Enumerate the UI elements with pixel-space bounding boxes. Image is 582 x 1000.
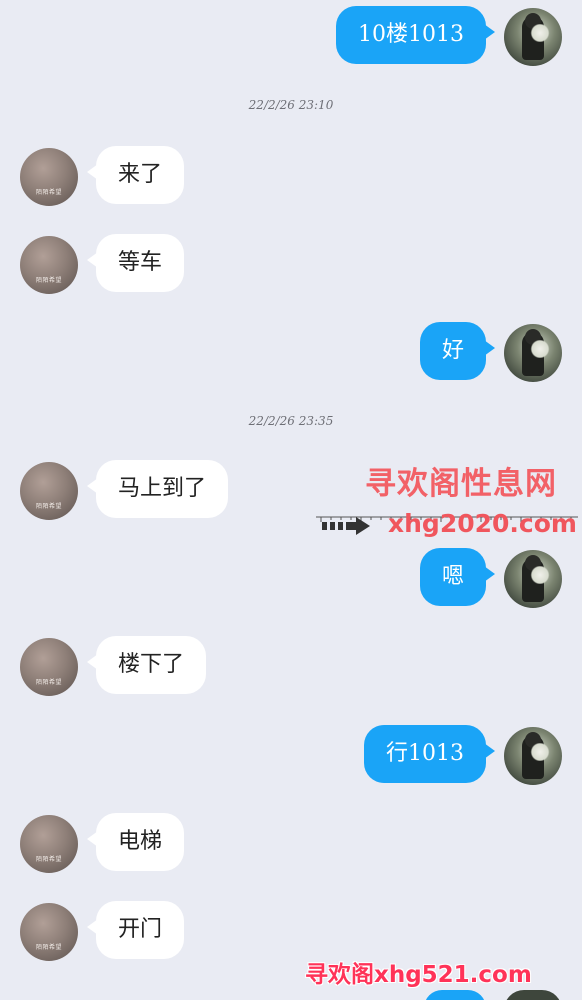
message-bubble[interactable]: 马上到了 [86,460,229,518]
message-bubble[interactable]: 10楼1013 [336,6,495,64]
message-bubble[interactable]: 嗯 [419,548,496,606]
message-outgoing: 好 [0,322,582,384]
message-bubble[interactable]: 等车 [86,234,185,292]
contact-avatar[interactable]: 陌陌希望 [20,462,78,520]
message-bubble[interactable]: 电梯 [86,813,185,871]
message-incoming: 陌陌希望 楼下了 [0,636,582,698]
message-bubble[interactable]: 开门 [86,901,185,959]
partial-outgoing-bubble [424,990,486,1000]
message-bubble[interactable]: 楼下了 [86,636,207,694]
message-incoming: 陌陌希望 等车 [0,234,582,296]
message-bubble[interactable]: 来了 [86,146,185,204]
watermark-title: 寻欢阁性息网 [365,466,557,502]
my-avatar[interactable] [504,8,562,66]
contact-avatar[interactable]: 陌陌希望 [20,638,78,696]
contact-avatar[interactable]: 陌陌希望 [20,815,78,873]
message-incoming: 陌陌希望 开门 [0,901,582,963]
my-avatar[interactable] [504,324,562,382]
timestamp: 22/2/26 23:10 [248,98,334,112]
message-outgoing: 10楼1013 [0,6,582,68]
message-outgoing: 行1013 [0,725,582,787]
message-incoming: 陌陌希望 来了 [0,146,582,208]
watermark-footer: 寻欢阁xhg521.com [305,962,532,988]
contact-avatar[interactable]: 陌陌希望 [20,148,78,206]
my-avatar[interactable] [504,727,562,785]
my-avatar[interactable] [504,550,562,608]
contact-avatar[interactable]: 陌陌希望 [20,903,78,961]
timestamp: 22/2/26 23:35 [248,414,334,428]
watermark-url: xhg2020.com [388,509,577,538]
message-bubble[interactable]: 行1013 [364,725,495,783]
partial-avatar [504,990,562,1000]
message-outgoing: 嗯 [0,548,582,610]
contact-avatar[interactable]: 陌陌希望 [20,236,78,294]
message-bubble[interactable]: 好 [419,322,496,380]
message-incoming: 陌陌希望 电梯 [0,813,582,875]
arrow-right-icon [322,516,372,536]
